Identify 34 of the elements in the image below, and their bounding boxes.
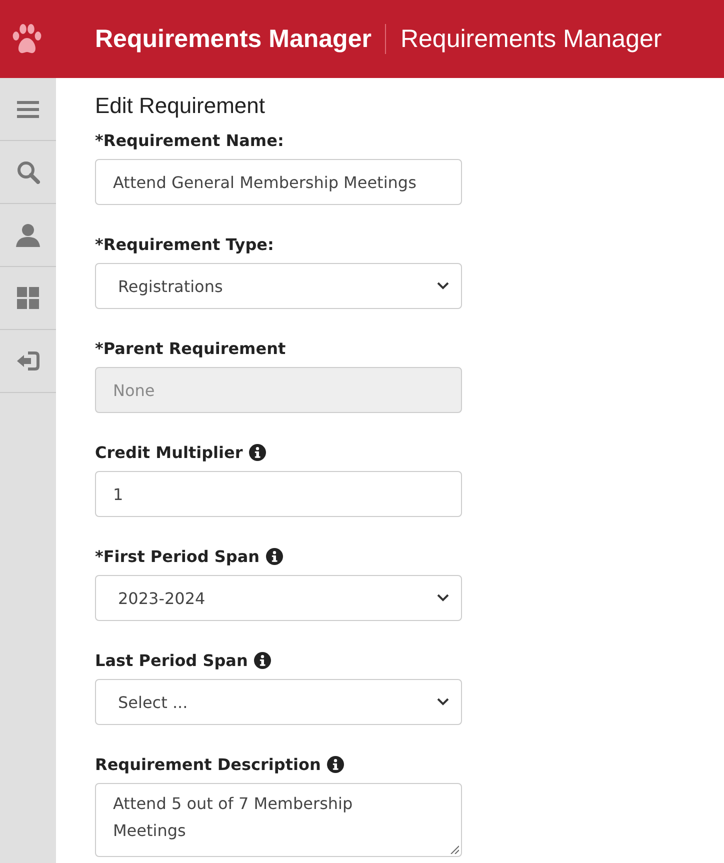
dropdown[interactable]: Registrations <box>95 263 462 309</box>
menu-icon <box>17 100 39 118</box>
field-label: *Parent Requirement <box>95 339 286 358</box>
info-icon[interactable] <box>254 652 271 669</box>
resize-handle-icon[interactable] <box>450 845 459 854</box>
field-label: Last Period Span <box>95 651 248 670</box>
dropdown[interactable]: 2023-2024 <box>95 575 462 621</box>
form-title: Edit Requirement <box>95 93 266 119</box>
field-label: *First Period Span <box>95 547 260 566</box>
user-icon <box>16 223 40 247</box>
logout-icon <box>16 350 40 372</box>
dropdown-value: Select ... <box>118 692 188 712</box>
input-field[interactable]: 1 <box>95 471 462 517</box>
info-icon[interactable] <box>326 756 344 773</box>
chevron-icon <box>437 282 449 290</box>
paw-icon <box>12 23 42 55</box>
info-icon[interactable] <box>266 548 283 565</box>
field-label: Requirement Description <box>95 755 321 774</box>
field-label: Credit Multiplier <box>95 443 243 462</box>
dashboard-icon <box>17 287 39 309</box>
text-area[interactable]: Attend 5 out of 7 Membership Meetings <box>95 783 462 857</box>
dropdown-value: Registrations <box>118 276 223 296</box>
text-area-value: Attend 5 out of 7 Membership Meetings <box>113 793 354 842</box>
search-icon <box>16 160 40 184</box>
field-label: *Requirement Name: <box>95 131 284 150</box>
app-title: Requirements Manager <box>95 24 372 54</box>
chevron-icon <box>437 698 449 706</box>
input-field[interactable]: Attend General Membership Meetings <box>95 159 462 205</box>
field-label: *Requirement Type: <box>95 235 274 254</box>
info-icon[interactable] <box>248 444 266 461</box>
dropdown-value: 2023-2024 <box>118 588 206 608</box>
dropdown[interactable]: Select ... <box>95 679 462 725</box>
chevron-icon <box>437 594 449 602</box>
page-title: Requirements Manager <box>400 24 662 54</box>
